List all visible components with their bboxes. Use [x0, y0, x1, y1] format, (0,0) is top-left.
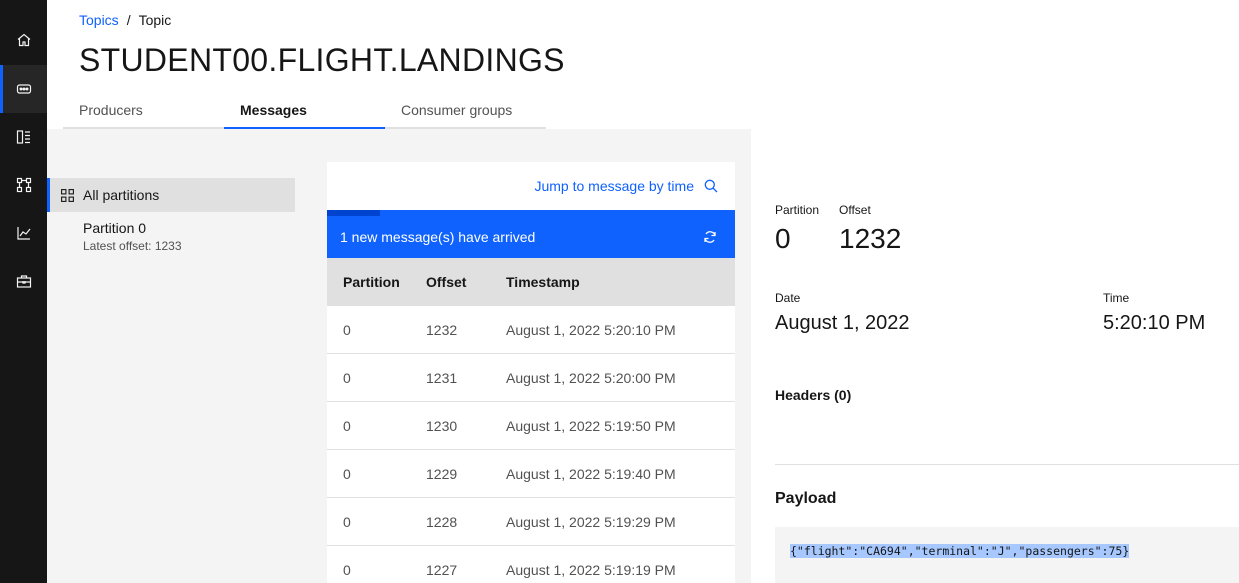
column-header-partition[interactable]: Partition [327, 274, 426, 290]
section-divider [775, 464, 1239, 465]
detail-offset-value: 1232 [839, 223, 902, 254]
new-messages-banner[interactable]: 1 new message(s) have arrived [327, 216, 735, 258]
column-header-offset[interactable]: Offset [426, 274, 506, 290]
breadcrumb: Topics / Topic [79, 12, 171, 28]
column-header-timestamp[interactable]: Timestamp [506, 274, 735, 290]
breadcrumb-separator: / [126, 12, 131, 28]
cell-partition: 0 [343, 417, 351, 434]
partition-latest-offset: Latest offset: 1233 [83, 239, 182, 253]
topics-nav-button[interactable] [0, 65, 47, 113]
table-row[interactable]: 0 1229 August 1, 2022 5:19:40 PM [327, 450, 735, 498]
consumer-groups-nav-button[interactable] [0, 161, 47, 209]
detail-date-value: August 1, 2022 [775, 312, 910, 334]
jump-to-time-button[interactable]: Jump to message by time [534, 178, 718, 194]
detail-partition-label: Partition [775, 203, 820, 217]
tab-consumer-groups[interactable]: Consumer groups [385, 96, 546, 129]
jump-to-time-label: Jump to message by time [534, 178, 694, 194]
cell-offset: 1230 [426, 417, 458, 434]
payload-code-block[interactable]: {"flight":"CA694","terminal":"J","passen… [775, 527, 1239, 583]
side-nav-rail [0, 0, 47, 583]
tab-list: Producers Messages Consumer groups [63, 96, 546, 129]
cell-timestamp: August 1, 2022 5:19:40 PM [506, 465, 676, 482]
table-row[interactable]: 0 1228 August 1, 2022 5:19:29 PM [327, 498, 735, 546]
table-header: Partition Offset Timestamp [327, 258, 735, 306]
new-messages-text: 1 new message(s) have arrived [340, 229, 536, 245]
partition-name: Partition 0 [83, 220, 147, 236]
headers-title: Headers (0) [775, 387, 852, 403]
cell-offset: 1232 [426, 321, 458, 338]
cell-partition: 0 [343, 369, 351, 386]
cell-offset: 1227 [426, 561, 458, 578]
detail-partition-value: 0 [775, 223, 791, 254]
schemas-nav-button[interactable] [0, 113, 47, 161]
table-row[interactable]: 0 1227 August 1, 2022 5:19:19 PM [327, 546, 735, 583]
home-icon [17, 33, 30, 47]
cell-partition: 0 [343, 465, 351, 482]
tab-producers[interactable]: Producers [63, 96, 224, 129]
schema-icon [16, 130, 30, 144]
cell-offset: 1229 [426, 465, 458, 482]
cell-timestamp: August 1, 2022 5:19:29 PM [506, 513, 676, 530]
grid-icon [61, 188, 74, 202]
monitoring-icon [16, 227, 30, 240]
cell-offset: 1231 [426, 369, 458, 386]
cell-offset: 1228 [426, 513, 458, 530]
search-icon [704, 179, 718, 193]
cell-timestamp: August 1, 2022 5:19:50 PM [506, 417, 676, 434]
table-row[interactable]: 0 1231 August 1, 2022 5:20:00 PM [327, 354, 735, 402]
partition-item-all-label: All partitions [83, 187, 160, 203]
table-row[interactable]: 0 1230 August 1, 2022 5:19:50 PM [327, 402, 735, 450]
cell-partition: 0 [343, 321, 351, 338]
table-row[interactable]: 0 1232 August 1, 2022 5:20:10 PM [327, 306, 735, 354]
toolbox-icon [16, 275, 31, 288]
table-body: 0 1232 August 1, 2022 5:20:10 PM 0 1231 … [327, 306, 735, 583]
payload-title: Payload [775, 490, 837, 507]
detail-offset-label: Offset [839, 203, 871, 217]
payload-text[interactable]: {"flight":"CA694","terminal":"J","passen… [790, 544, 1130, 558]
page-title: STUDENT00.FLIGHT.LANDINGS [79, 42, 565, 78]
message-detail-area [751, 129, 1239, 583]
tab-messages[interactable]: Messages [224, 96, 385, 129]
topics-icon [16, 84, 31, 94]
toolbox-nav-button[interactable] [0, 257, 47, 305]
cell-partition: 0 [343, 561, 351, 578]
cell-timestamp: August 1, 2022 5:19:19 PM [506, 561, 676, 578]
cell-timestamp: August 1, 2022 5:20:10 PM [506, 321, 676, 338]
breadcrumb-topics-link[interactable]: Topics [79, 12, 119, 28]
messages-panel: Jump to message by time 1 new message(s)… [327, 162, 735, 583]
cell-timestamp: August 1, 2022 5:20:00 PM [506, 369, 676, 386]
detail-time-label: Time [1103, 291, 1130, 305]
detail-date-label: Date [775, 291, 801, 305]
detail-time-value: 5:20:10 PM [1103, 312, 1206, 334]
partition-item-all[interactable]: All partitions [47, 178, 295, 212]
partition-item-0[interactable]: Partition 0 Latest offset: 1233 [83, 220, 182, 253]
consumer-groups-icon [16, 177, 31, 193]
breadcrumb-current: Topic [138, 12, 172, 28]
home-nav-button[interactable] [0, 16, 47, 64]
monitoring-nav-button[interactable] [0, 209, 47, 257]
cell-partition: 0 [343, 513, 351, 530]
refresh-icon[interactable] [703, 230, 717, 244]
